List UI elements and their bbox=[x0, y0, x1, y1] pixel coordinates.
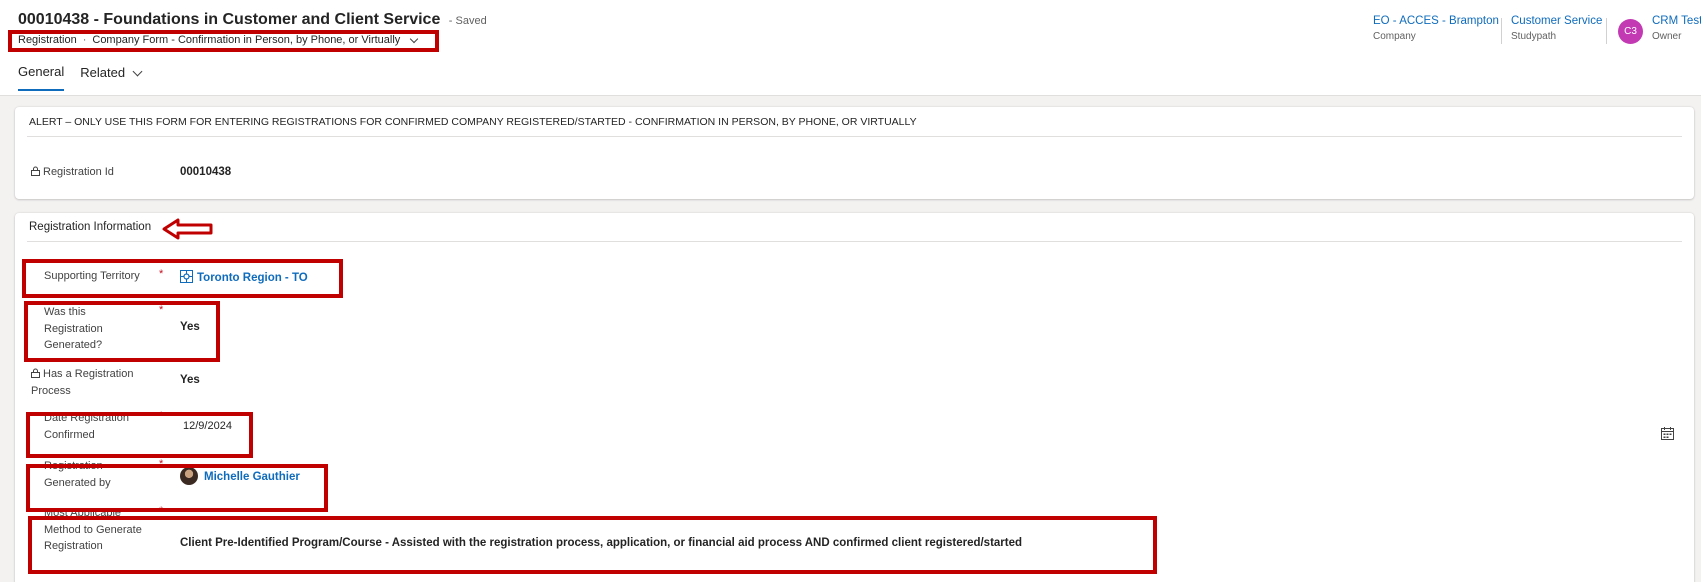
required-indicator: * bbox=[159, 458, 164, 470]
has-registration-process-label-text: Has a Registration Process bbox=[31, 368, 134, 397]
form-separator: · bbox=[82, 34, 87, 46]
company-link[interactable]: EO - ACCES - Brampton bbox=[1373, 15, 1499, 27]
has-registration-process-value: Yes bbox=[180, 374, 200, 386]
registration-information-section: Registration Information Supporting Terr… bbox=[15, 213, 1694, 582]
tab-general[interactable]: General bbox=[18, 64, 65, 91]
supporting-territory-label: Supporting Territory bbox=[44, 270, 140, 282]
registration-id-value: 00010438 bbox=[180, 166, 232, 178]
chevron-down-icon bbox=[132, 66, 143, 76]
form-selector[interactable]: Registration · Company Form - Confirmati… bbox=[18, 34, 419, 46]
owner-avatar[interactable]: C3 bbox=[1618, 19, 1643, 44]
territory-icon bbox=[180, 270, 193, 283]
section-divider bbox=[27, 241, 1682, 242]
tab-related[interactable]: Related bbox=[80, 64, 143, 91]
section-divider bbox=[27, 136, 1682, 137]
supporting-territory-text: Toronto Region - TO bbox=[197, 272, 308, 284]
title-row: 00010438 - Foundations in Customer and C… bbox=[18, 11, 487, 29]
was-registration-generated-label: Was this Registration Generated? bbox=[44, 306, 103, 351]
required-indicator: * bbox=[159, 410, 164, 422]
page-title: 00010438 - Foundations in Customer and C… bbox=[18, 11, 441, 28]
owner-label: Owner bbox=[1652, 31, 1682, 42]
header-divider bbox=[1606, 18, 1607, 44]
date-registration-confirmed-label: Date Registration Confirmed bbox=[44, 412, 129, 441]
supporting-territory-value[interactable]: Toronto Region - TO bbox=[180, 270, 308, 284]
tab-list: General Related bbox=[18, 64, 143, 91]
studypath-label: Studypath bbox=[1511, 31, 1557, 42]
owner-link[interactable]: CRM Test bbox=[1652, 15, 1701, 27]
registration-id-label-text: Registration Id bbox=[43, 166, 114, 178]
lock-icon bbox=[31, 166, 40, 176]
most-applicable-method-label: Most Applicable Method to Generate Regis… bbox=[44, 507, 142, 552]
registration-generated-by-text: Michelle Gauthier bbox=[204, 471, 300, 483]
entity-name: Registration bbox=[18, 34, 77, 46]
date-registration-confirmed-input[interactable]: 12/9/2024 bbox=[183, 420, 232, 432]
chevron-down-icon bbox=[410, 34, 419, 43]
header-field-owner: CRM Test Owner bbox=[1652, 15, 1701, 42]
tab-general-label: General bbox=[18, 64, 65, 79]
record-header: 00010438 - Foundations in Customer and C… bbox=[0, 0, 1701, 96]
alert-text: ALERT – ONLY USE THIS FORM FOR ENTERING … bbox=[29, 116, 917, 128]
registration-id-label: Registration Id bbox=[31, 164, 114, 181]
save-status: - Saved bbox=[448, 15, 487, 27]
was-registration-generated-value[interactable]: Yes bbox=[180, 321, 200, 333]
alert-section: ALERT – ONLY USE THIS FORM FOR ENTERING … bbox=[15, 107, 1694, 199]
studypath-link[interactable]: Customer Service bbox=[1511, 15, 1602, 27]
form-name: Company Form - Confirmation in Person, b… bbox=[92, 34, 401, 46]
registration-generated-by-label: Registration Generated by bbox=[44, 460, 111, 489]
has-registration-process-label: Has a Registration Process bbox=[31, 366, 151, 399]
required-indicator: * bbox=[159, 304, 164, 316]
required-indicator: * bbox=[159, 268, 164, 280]
lock-icon bbox=[31, 368, 40, 378]
user-avatar bbox=[180, 467, 198, 485]
header-divider bbox=[1501, 18, 1502, 44]
arrow-annotation bbox=[162, 218, 213, 240]
section-title: Registration Information bbox=[29, 221, 152, 233]
registration-generated-by-value[interactable]: Michelle Gauthier bbox=[180, 467, 300, 485]
company-label: Company bbox=[1373, 31, 1416, 42]
tab-related-label: Related bbox=[80, 65, 126, 80]
required-indicator: * bbox=[159, 505, 164, 517]
header-field-company: EO - ACCES - Brampton Company bbox=[1373, 15, 1499, 42]
header-field-studypath: Customer Service Studypath bbox=[1511, 15, 1602, 42]
calendar-icon[interactable] bbox=[1661, 427, 1674, 440]
most-applicable-method-value[interactable]: Client Pre-Identified Program/Course - A… bbox=[180, 537, 1022, 549]
